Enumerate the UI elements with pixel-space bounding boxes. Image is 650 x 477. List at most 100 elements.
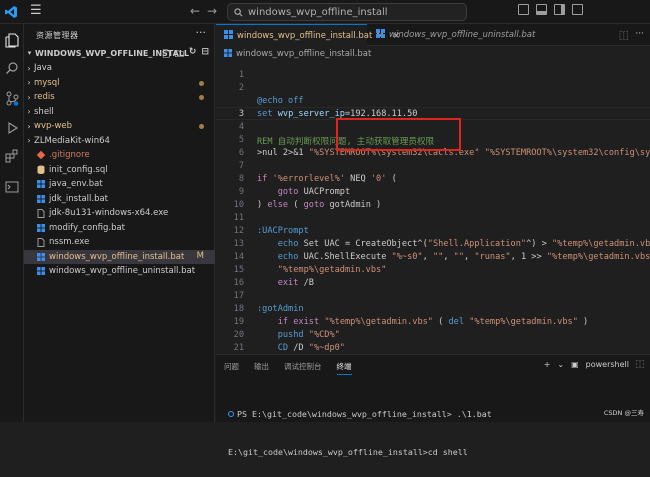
line-number: 15 [233,265,244,275]
line-number: 17 [233,291,244,301]
tree-file[interactable]: nssm.exe [24,235,215,250]
git-file-icon [36,151,45,160]
title-bar: ☰ ← → windows_wvp_offline_install [0,0,650,24]
tree-file[interactable]: java_env.bat [24,177,215,192]
code-line: if '%errorlevel%' NEQ '0' ( [257,174,397,184]
file-icon [36,208,45,218]
new-terminal-icon[interactable]: + [544,360,551,369]
file-tree: › Java › mysql › redis › shell › wvp-web › ZLMediaK… [24,61,215,279]
run-debug-icon[interactable] [4,120,20,136]
tree-item-label: modify_config.bat [49,222,126,233]
breadcrumb[interactable]: windows_wvp_offline_install.bat [224,47,371,61]
tree-folder[interactable]: › redis [24,90,215,105]
tab-problems[interactable]: 问题 [224,361,239,375]
windows-file-icon [36,180,45,189]
chevron-down-icon: ▾ [27,49,32,57]
code-line: exit /B [277,278,314,288]
tree-item-label: wvp-web [34,121,73,132]
code-line: if exist "%temp%\getadmin.vbs" ( del "%t… [277,317,589,327]
tree-item-label: jdk_install.bat [49,193,109,204]
code-editor[interactable]: 1 2 3 4 5 6 7 8 9 10 11 12 13 14 15 16 1… [216,64,650,379]
chevron-down-icon[interactable]: ⌄ [557,360,564,369]
code-line: @echo off [257,96,304,106]
tree-file[interactable]: modify_config.bat [24,221,215,236]
explorer-icon[interactable] [4,32,20,48]
tab-bar: windows_wvp_offline_install.bat M × wind… [216,24,650,46]
source-control-icon[interactable] [4,90,20,106]
chevron-right-icon: › [27,78,31,88]
windows-file-icon [36,267,45,276]
explorer-sidebar: 资源管理器 ··· ▾ WINDOWS_WVP_OFFLINE_INSTALL … [24,24,215,422]
command-center-search[interactable]: windows_wvp_offline_install [227,3,467,21]
annotation-highlight-box [336,118,461,151]
tab-debug-console[interactable]: 调试控制台 [284,361,322,375]
tree-file[interactable]: windows_wvp_offline_install.bat M [24,249,215,264]
split-editor-icon[interactable]: ⿰ [619,29,628,42]
watermark: CSDN @三寿 [603,409,644,417]
hamburger-menu-icon[interactable]: ☰ [30,3,42,18]
project-root[interactable]: ▾ WINDOWS_WVP_OFFLINE_INSTALL 🗋 🗀 ↻ ⊟ [24,45,215,61]
tree-file[interactable]: jdk-8u131-windows-x64.exe [24,206,215,221]
modified-badge: M [196,250,204,261]
tab-terminal[interactable]: 终端 [336,361,352,375]
line-number: 12 [233,226,244,236]
command-decoration-icon [228,411,234,417]
tree-file[interactable]: windows_wvp_offline_uninstall.bat [24,264,215,279]
line-number: 4 [238,122,244,132]
tree-folder[interactable]: › wvp-web [24,119,215,134]
tree-item-label: nssm.exe [49,237,90,248]
line-number: 18 [233,304,244,314]
tree-folder[interactable]: › Java [24,61,215,76]
code-line: :UACPrompt [257,226,309,236]
toggle-secondary-sidebar-icon[interactable] [554,4,565,15]
explorer-title: 资源管理器 [36,31,79,40]
file-icon [36,237,45,247]
code-line: CD /D "%~dp0" [277,343,345,353]
customize-layout-icon[interactable] [572,4,583,15]
back-arrow-icon[interactable]: ← [190,4,200,18]
vscode-logo-icon [5,6,17,18]
code-line: :gotAdmin [257,304,304,314]
tree-file[interactable]: jdk_install.bat [24,192,215,207]
search-text: windows_wvp_offline_install [248,6,388,18]
panel-actions: + ⌄ ▣ powershell ⿰ [544,359,644,370]
chevron-right-icon: › [27,121,31,131]
search-icon [234,7,243,16]
more-actions-icon[interactable]: ··· [635,29,644,42]
chevron-right-icon: › [27,136,31,146]
tree-item-label: jdk-8u131-windows-x64.exe [49,208,169,219]
modified-dot-icon [199,124,204,129]
tab-install-bat[interactable]: windows_wvp_offline_install.bat M × [216,24,400,46]
windows-file-icon [36,252,45,261]
terminal-text: E:\git_code\windows_wvp_offline_install>… [228,447,468,457]
line-number: 14 [233,252,244,262]
windows-file-icon [36,223,45,232]
terminal-icon[interactable] [4,179,20,195]
line-number: 20 [233,330,244,340]
split-terminal-icon[interactable]: ⿰ [636,359,644,370]
chevron-right-icon: › [27,92,31,102]
extensions-icon[interactable] [4,148,20,164]
toggle-primary-sidebar-icon[interactable] [518,4,529,15]
terminal-output[interactable]: PS E:\git_code\windows_wvp_offline_insta… [228,389,492,477]
tab-output[interactable]: 输出 [254,361,269,375]
terminal-text: PS E:\git_code\windows_wvp_offline_insta… [237,409,492,419]
tree-folder[interactable]: › mysql [24,76,215,91]
terminal-line: E:\git_code\windows_wvp_offline_install>… [228,447,492,457]
more-actions-icon[interactable]: ··· [196,26,207,39]
line-number: 9 [238,187,244,197]
search-icon[interactable] [4,60,20,76]
line-number: 10 [233,200,244,210]
forward-arrow-icon[interactable]: → [207,4,217,18]
toggle-panel-icon[interactable] [536,4,547,15]
modified-dot-icon [199,95,204,100]
tab-uninstall-bat[interactable]: windows_wvp_offline_uninstall.bat [368,24,535,46]
terminal-shell-name[interactable]: powershell [586,360,629,369]
tree-folder[interactable]: › shell [24,105,215,120]
line-number: 3 [238,109,244,119]
windows-file-icon [36,194,45,203]
line-number: 16 [233,278,244,288]
tree-folder[interactable]: › ZLMediaKit-win64 [24,134,215,149]
tree-file[interactable]: init_config.sql [24,163,215,178]
tree-file[interactable]: .gitignore [24,148,215,163]
